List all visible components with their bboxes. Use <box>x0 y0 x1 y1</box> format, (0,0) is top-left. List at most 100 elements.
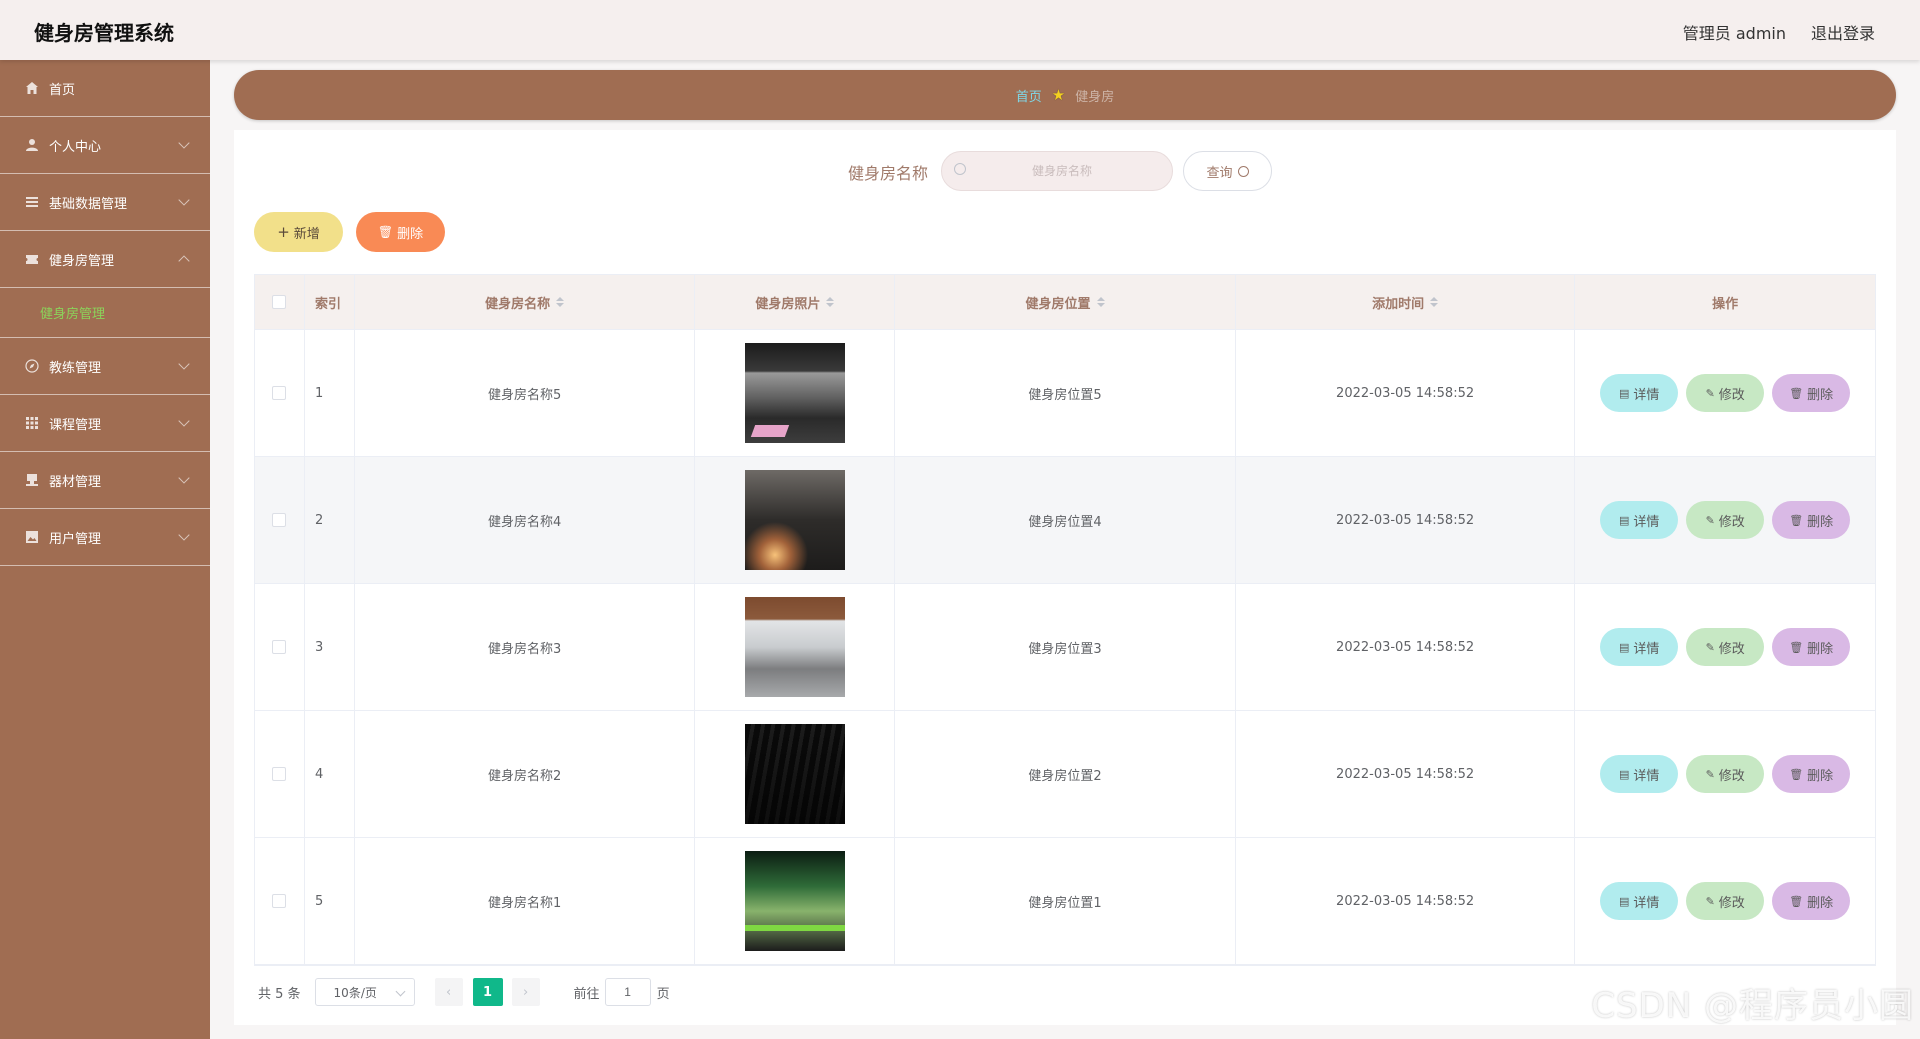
pagination-total: 共 5 条 <box>258 986 301 1002</box>
row-checkbox[interactable] <box>272 640 287 654</box>
actions-cell: ▤ 详情 ✎ 修改 🗑 删除 <box>1575 330 1875 456</box>
add-button[interactable]: + 新增 <box>254 212 343 252</box>
edit-button-label: 修改 <box>1718 895 1745 911</box>
time-cell: 2022-03-05 14:58:52 <box>1236 584 1576 710</box>
sort-icon[interactable] <box>826 297 835 307</box>
edit-button[interactable]: ✎ 修改 <box>1686 882 1765 920</box>
select-all-checkbox[interactable] <box>272 295 287 309</box>
sidebar-item-course[interactable]: 课程管理 <box>0 395 210 452</box>
sidebar-item-profile[interactable]: 个人中心 <box>0 117 210 174</box>
sort-icon[interactable] <box>1096 297 1105 307</box>
detail-button[interactable]: ▤ 详情 <box>1600 374 1679 412</box>
edit-button[interactable]: ✎ 修改 <box>1686 374 1765 412</box>
gym-photo[interactable] <box>744 597 845 697</box>
ticket-icon <box>24 251 40 267</box>
edit-button[interactable]: ✎ 修改 <box>1686 628 1765 666</box>
sidebar-item-label: 基础数据管理 <box>49 196 128 212</box>
gym-photo[interactable] <box>744 724 845 824</box>
photo-cell <box>695 584 896 710</box>
app-title: 健身房管理系统 <box>34 21 174 45</box>
trash-icon: 🗑 <box>1789 640 1804 654</box>
goto-page-input[interactable] <box>604 978 651 1006</box>
column-header-photo[interactable]: 健身房照片 <box>695 275 896 329</box>
next-page-button[interactable]: › <box>511 978 540 1006</box>
top-bar: 健身房管理系统 管理员 admin 退出登录 <box>0 0 1920 60</box>
pencil-icon: ✎ <box>1705 767 1715 781</box>
column-header-location[interactable]: 健身房位置 <box>895 275 1236 329</box>
document-icon: ▤ <box>1618 513 1630 527</box>
sort-icon[interactable] <box>556 297 565 307</box>
picture-icon <box>24 529 40 545</box>
search-bar: 健身房名称 查询 <box>234 150 1896 191</box>
plus-icon: + <box>277 223 290 241</box>
sidebar-item-label: 器材管理 <box>49 474 102 490</box>
edit-button[interactable]: ✎ 修改 <box>1686 501 1765 539</box>
table-row: 3 健身房名称3 健身房位置3 2022-03-05 14:58:52 ▤ 详情 … <box>255 584 1875 711</box>
search-input[interactable] <box>941 151 1173 191</box>
logout-link[interactable]: 退出登录 <box>1811 20 1875 44</box>
column-header-label: 添加时间 <box>1372 296 1425 312</box>
edit-button[interactable]: ✎ 修改 <box>1686 755 1765 793</box>
row-checkbox[interactable] <box>272 386 287 400</box>
time-cell: 2022-03-05 14:58:52 <box>1236 838 1576 964</box>
current-user: 管理员 admin <box>1682 24 1786 43</box>
sidebar-item-users[interactable]: 用户管理 <box>0 509 210 566</box>
watermark: CSDN @程序员小圆 <box>1591 986 1914 1026</box>
sidebar-item-base-data[interactable]: 基础数据管理 <box>0 174 210 231</box>
gym-photo[interactable] <box>744 470 845 570</box>
row-select-cell <box>255 330 305 456</box>
chevron-down-icon <box>178 358 190 370</box>
sidebar-item-home[interactable]: 首页 <box>0 60 210 117</box>
search-button[interactable]: 查询 <box>1183 151 1272 191</box>
sidebar-item-label: 教练管理 <box>49 360 102 376</box>
location-cell: 健身房位置5 <box>895 330 1236 456</box>
breadcrumb-home[interactable]: 首页 <box>1016 86 1042 105</box>
delete-button[interactable]: 🗑 删除 <box>1772 501 1851 539</box>
document-icon: ▤ <box>1618 894 1630 908</box>
delete-button[interactable]: 🗑 删除 <box>1772 755 1851 793</box>
row-checkbox[interactable] <box>272 513 287 527</box>
delete-button[interactable]: 🗑 删除 <box>1772 882 1851 920</box>
detail-button-label: 详情 <box>1633 514 1660 530</box>
batch-delete-button[interactable]: 🗑 删除 <box>356 212 445 252</box>
sidebar-item-gym[interactable]: 健身房管理 <box>0 231 210 288</box>
pencil-icon: ✎ <box>1705 386 1715 400</box>
main-panel: 健身房名称 查询 + 新增 🗑 删除 索引 健身房名称 健身房照片 健身房位置 … <box>234 130 1896 1025</box>
table-row: 4 健身房名称2 健身房位置2 2022-03-05 14:58:52 ▤ 详情 … <box>255 711 1875 838</box>
row-checkbox[interactable] <box>272 894 287 908</box>
sidebar-item-equipment[interactable]: 器材管理 <box>0 452 210 509</box>
page-size-select[interactable]: 10条/页 <box>314 978 415 1006</box>
column-header-name[interactable]: 健身房名称 <box>355 275 696 329</box>
detail-button[interactable]: ▤ 详情 <box>1600 882 1679 920</box>
table-row: 5 健身房名称1 健身房位置1 2022-03-05 14:58:52 ▤ 详情 … <box>255 838 1875 965</box>
search-label: 健身房名称 <box>848 164 929 183</box>
actions-cell: ▤ 详情 ✎ 修改 🗑 删除 <box>1575 584 1875 710</box>
gym-photo[interactable] <box>744 851 845 951</box>
detail-button-label: 详情 <box>1633 387 1660 403</box>
chevron-down-icon <box>178 194 190 206</box>
row-checkbox[interactable] <box>272 767 287 781</box>
prev-page-button[interactable]: ‹ <box>434 978 463 1006</box>
name-cell: 健身房名称3 <box>355 584 696 710</box>
delete-button-label: 删除 <box>1807 387 1834 403</box>
index-cell: 1 <box>305 330 355 456</box>
detail-button[interactable]: ▤ 详情 <box>1600 755 1679 793</box>
delete-button[interactable]: 🗑 删除 <box>1772 374 1851 412</box>
sidebar-subitem-gym-manage[interactable]: 健身房管理 <box>0 288 210 338</box>
star-icon: ★ <box>1051 86 1066 104</box>
detail-button[interactable]: ▤ 详情 <box>1600 628 1679 666</box>
sidebar-item-coach[interactable]: 教练管理 <box>0 338 210 395</box>
sidebar-item-label: 个人中心 <box>49 139 102 155</box>
detail-button[interactable]: ▤ 详情 <box>1600 501 1679 539</box>
column-header-time[interactable]: 添加时间 <box>1236 275 1576 329</box>
delete-button[interactable]: 🗑 删除 <box>1772 628 1851 666</box>
page-number-current[interactable]: 1 <box>472 978 503 1006</box>
pagination: 共 5 条 10条/页 ‹ 1 › 前往 页 <box>254 978 670 1006</box>
chevron-right-icon: › <box>522 984 529 1000</box>
photo-cell <box>695 457 896 583</box>
sort-icon[interactable] <box>1430 297 1439 307</box>
index-cell: 2 <box>305 457 355 583</box>
location-cell: 健身房位置4 <box>895 457 1236 583</box>
gym-photo[interactable] <box>744 343 845 443</box>
detail-button-label: 详情 <box>1633 895 1660 911</box>
